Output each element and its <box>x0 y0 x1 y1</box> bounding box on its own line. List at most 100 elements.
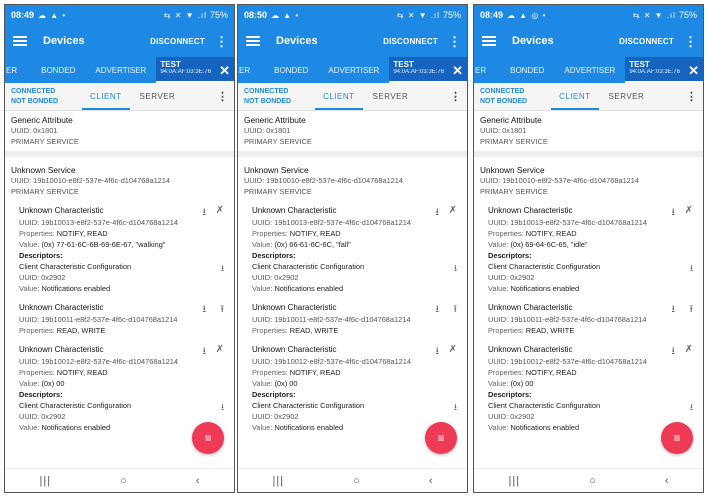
notify-off-icon[interactable]: ✗ <box>449 205 457 216</box>
characteristic-item[interactable]: ⭳ ✗ Unknown Characteristic UUID: 19b1001… <box>19 205 228 294</box>
descriptors-heading: Descriptors: <box>488 251 532 260</box>
descriptor-item[interactable]: ⭳ Client Characteristic Configuration UU… <box>488 261 697 294</box>
characteristic-value: Value: (0x) 69-64-6C-65, "idle" <box>488 239 697 250</box>
upload-icon[interactable]: ⭱ <box>690 302 694 319</box>
download-icon[interactable]: ⭳ <box>672 205 676 222</box>
descriptors-heading: Descriptors: <box>252 251 296 260</box>
home-icon[interactable]: ○ <box>353 475 360 487</box>
menu-icon[interactable] <box>482 36 496 46</box>
tab-bonded[interactable]: BONDED <box>264 66 318 83</box>
characteristic-item[interactable]: ⭳ ✗ Unknown Characteristic UUID: 19b1001… <box>488 205 697 294</box>
tab-scanner-partial[interactable]: ER <box>238 66 264 83</box>
app-bar: Devices DISCONNECT ⋮ <box>238 25 467 57</box>
download-icon[interactable]: ⭳ <box>203 344 207 361</box>
tab-client[interactable]: CLIENT <box>82 83 130 110</box>
service-unknown[interactable]: Unknown Service UUID: 19b10010-e8f2-537e… <box>480 165 697 197</box>
menu-icon[interactable] <box>246 36 260 46</box>
download-icon[interactable]: ⭳ <box>672 344 676 361</box>
fab-log-icon[interactable]: ≡ <box>425 422 457 454</box>
characteristic-item[interactable]: ⭳ ✗ Unknown Characteristic UUID: 19b1001… <box>252 344 461 433</box>
signal-icons: ⇆ ✕ ▼ .ıl <box>632 10 676 20</box>
characteristic-item[interactable]: ⭳ ✗ Unknown Characteristic UUID: 19b1001… <box>488 344 697 433</box>
characteristic-item[interactable]: ⭳ ✗ Unknown Characteristic UUID: 19b1001… <box>19 344 228 433</box>
tab-client[interactable]: CLIENT <box>315 83 363 110</box>
more-options-icon[interactable]: ⋮ <box>215 35 228 48</box>
disconnect-button[interactable]: DISCONNECT <box>150 37 205 46</box>
tab-bonded[interactable]: BONDED <box>31 66 85 83</box>
tab-device-test[interactable]: TEST 94:0A:AF:03:3E:76 ✕ <box>625 57 703 83</box>
more-options-icon[interactable]: ⋮ <box>684 35 697 48</box>
back-icon[interactable]: ‹ <box>665 475 669 487</box>
notify-off-icon[interactable]: ✗ <box>216 205 224 216</box>
tab-scanner-partial[interactable]: ER <box>5 66 31 83</box>
tab-server[interactable]: SERVER <box>367 83 415 110</box>
download-icon[interactable]: ⭳ <box>221 261 224 277</box>
service-generic-attribute[interactable]: Generic Attribute UUID: 0x1801 PRIMARY S… <box>244 115 461 147</box>
service-unknown[interactable]: Unknown Service UUID: 19b10010-e8f2-537e… <box>11 165 228 197</box>
system-nav-bar: ||| ○ ‹ <box>238 468 467 492</box>
more-options-icon[interactable]: ⋮ <box>686 90 697 103</box>
download-icon[interactable]: ⭳ <box>454 400 457 416</box>
descriptor-item[interactable]: ⭳ Client Characteristic Configuration UU… <box>252 261 461 294</box>
tab-device-test[interactable]: TEST 94:0A:AF:03:3E:76 ✕ <box>156 57 234 83</box>
download-icon[interactable]: ⭳ <box>690 400 693 416</box>
upload-icon[interactable]: ⭱ <box>454 302 458 319</box>
characteristic-item[interactable]: ⭳ ⭱ Unknown Characteristic UUID: 19b1001… <box>252 302 461 336</box>
service-type: PRIMARY SERVICE <box>480 137 548 146</box>
notify-off-icon[interactable]: ✗ <box>685 344 693 355</box>
tab-bonded[interactable]: BONDED <box>500 66 554 83</box>
properties-key: Properties: <box>19 368 57 377</box>
download-icon[interactable]: ⭳ <box>454 261 457 277</box>
download-icon[interactable]: ⭳ <box>672 302 676 319</box>
download-icon[interactable]: ⭳ <box>690 261 693 277</box>
characteristic-properties: Properties: READ, WRITE <box>488 325 697 336</box>
home-icon[interactable]: ○ <box>589 475 596 487</box>
close-icon[interactable]: ✕ <box>452 63 463 79</box>
tab-advertiser[interactable]: ADVERTISER <box>85 66 156 83</box>
download-icon[interactable]: ⭳ <box>436 344 440 361</box>
tab-server[interactable]: SERVER <box>603 83 651 110</box>
download-icon[interactable]: ⭳ <box>221 400 224 416</box>
descriptor-item[interactable]: ⭳ Client Characteristic Configuration UU… <box>19 261 228 294</box>
recent-apps-icon[interactable]: ||| <box>273 475 285 487</box>
notify-off-icon[interactable]: ✗ <box>216 344 224 355</box>
service-generic-attribute[interactable]: Generic Attribute UUID: 0x1801 PRIMARY S… <box>480 115 697 147</box>
characteristic-item[interactable]: ⭳ ✗ Unknown Characteristic UUID: 19b1001… <box>252 205 461 294</box>
back-icon[interactable]: ‹ <box>196 475 200 487</box>
tab-advertiser[interactable]: ADVERTISER <box>318 66 389 83</box>
back-icon[interactable]: ‹ <box>429 475 433 487</box>
tab-scanner-partial[interactable]: ER <box>474 66 500 83</box>
home-icon[interactable]: ○ <box>120 475 127 487</box>
fab-log-icon[interactable]: ≡ <box>192 422 224 454</box>
close-icon[interactable]: ✕ <box>688 63 699 79</box>
more-options-icon[interactable]: ⋮ <box>217 90 228 103</box>
tab-server[interactable]: SERVER <box>134 83 182 110</box>
upload-icon[interactable]: ⭱ <box>221 302 225 319</box>
characteristic-item[interactable]: ⭳ ⭱ Unknown Characteristic UUID: 19b1001… <box>19 302 228 336</box>
service-unknown[interactable]: Unknown Service UUID: 19b10010-e8f2-537e… <box>244 165 461 197</box>
tab-client[interactable]: CLIENT <box>551 83 599 110</box>
disconnect-button[interactable]: DISCONNECT <box>619 37 674 46</box>
characteristic-value: Value: (0x) 66-61-6C-6C, "fall" <box>252 239 461 250</box>
menu-icon[interactable] <box>13 36 27 46</box>
notify-off-icon[interactable]: ✗ <box>449 344 457 355</box>
download-icon[interactable]: ⭳ <box>203 302 207 319</box>
disconnect-button[interactable]: DISCONNECT <box>383 37 438 46</box>
more-options-icon[interactable]: ⋮ <box>450 90 461 103</box>
tab-advertiser[interactable]: ADVERTISER <box>554 66 625 83</box>
characteristic-item[interactable]: ⭳ ⭱ Unknown Characteristic UUID: 19b1001… <box>488 302 697 336</box>
download-icon[interactable]: ⭳ <box>436 205 440 222</box>
connection-status: CONNECTED NOT BONDED <box>480 87 527 106</box>
close-icon[interactable]: ✕ <box>219 63 230 79</box>
more-options-icon[interactable]: ⋮ <box>448 35 461 48</box>
download-icon[interactable]: ⭳ <box>203 205 207 222</box>
fab-log-icon[interactable]: ≡ <box>661 422 693 454</box>
service-generic-attribute[interactable]: Generic Attribute UUID: 0x1801 PRIMARY S… <box>11 115 228 147</box>
download-icon[interactable]: ⭳ <box>436 302 440 319</box>
recent-apps-icon[interactable]: ||| <box>40 475 52 487</box>
tab-device-test[interactable]: TEST 94:0A:AF:03:3E:76 ✕ <box>389 57 467 83</box>
service-type: PRIMARY SERVICE <box>11 187 79 196</box>
characteristic-properties: Properties: NOTIFY, READ <box>488 228 697 239</box>
recent-apps-icon[interactable]: ||| <box>509 475 521 487</box>
notify-off-icon[interactable]: ✗ <box>685 205 693 216</box>
